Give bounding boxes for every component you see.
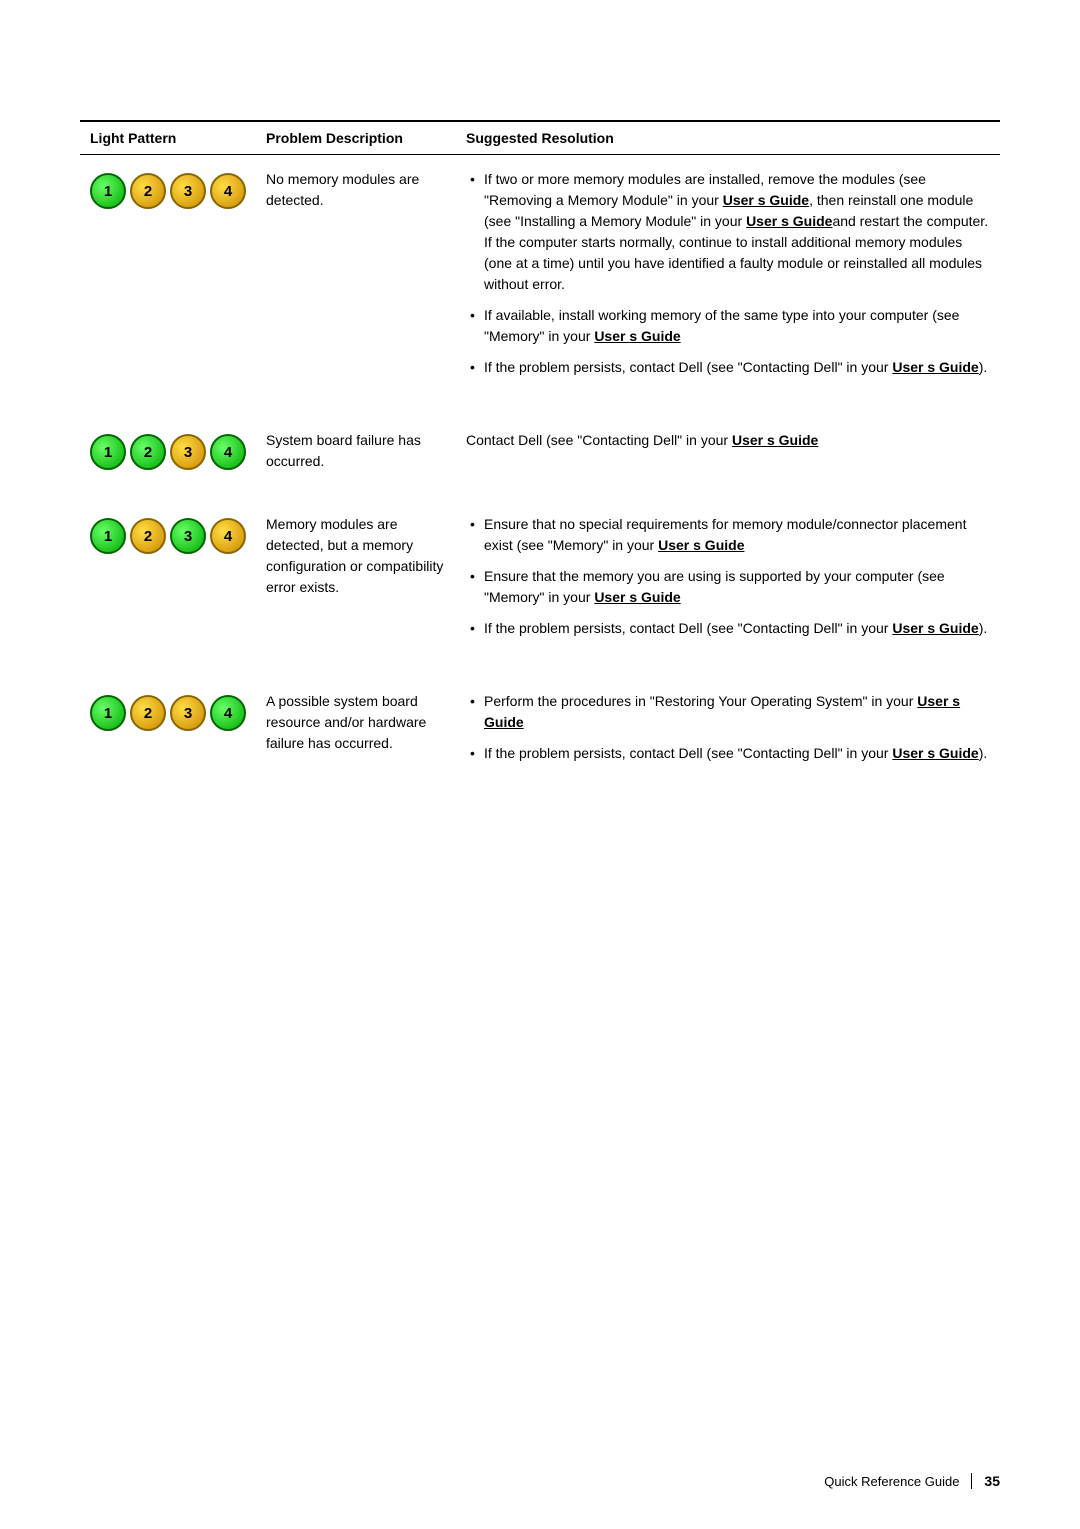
page-number: 35 <box>984 1473 1000 1489</box>
footer-divider-icon <box>971 1473 972 1489</box>
light-pattern-cell: 1234 <box>80 500 256 669</box>
problem-cell: Memory modules are detected, but a memor… <box>256 500 456 669</box>
resolution-list-item: If two or more memory modules are instal… <box>466 169 990 295</box>
header-problem-description: Problem Description <box>256 121 456 155</box>
resolution-list: Ensure that no special requirements for … <box>466 514 990 639</box>
table-header-row: Light Pattern Problem Description Sugges… <box>80 121 1000 155</box>
light-circle-1: 1 <box>90 173 126 209</box>
row-separator <box>80 669 1000 677</box>
table-row: 1234A possible system board resource and… <box>80 677 1000 788</box>
resolution-list-item: If the problem persists, contact Dell (s… <box>466 357 990 378</box>
table-row: 1234System board failure has occurred.Co… <box>80 416 1000 492</box>
header-light-pattern: Light Pattern <box>80 121 256 155</box>
light-circle-2: 2 <box>130 434 166 470</box>
row-separator <box>80 492 1000 500</box>
resolution-list-item: If the problem persists, contact Dell (s… <box>466 743 990 764</box>
resolution-list: Perform the procedures in "Restoring You… <box>466 691 990 764</box>
light-circle-2: 2 <box>130 518 166 554</box>
light-pattern-container: 1234 <box>90 430 246 470</box>
resolution-list-item: Ensure that the memory you are using is … <box>466 566 990 608</box>
light-circle-2: 2 <box>130 173 166 209</box>
light-circle-4: 4 <box>210 518 246 554</box>
light-circle-3: 3 <box>170 173 206 209</box>
problem-cell: No memory modules are detected. <box>256 155 456 409</box>
light-circle-3: 3 <box>170 695 206 731</box>
light-circle-2: 2 <box>130 695 166 731</box>
resolution-list-item: Ensure that no special requirements for … <box>466 514 990 556</box>
light-circle-4: 4 <box>210 434 246 470</box>
resolution-list-item: Perform the procedures in "Restoring You… <box>466 691 990 733</box>
light-pattern-container: 1234 <box>90 169 246 209</box>
resolution-cell: Ensure that no special requirements for … <box>456 500 1000 669</box>
problem-cell: System board failure has occurred. <box>256 416 456 492</box>
light-circle-1: 1 <box>90 518 126 554</box>
resolution-cell: Contact Dell (see "Contacting Dell" in y… <box>456 416 1000 492</box>
resolution-plain-text: Contact Dell (see "Contacting Dell" in y… <box>466 430 990 451</box>
page: Light Pattern Problem Description Sugges… <box>0 0 1080 1529</box>
resolution-cell: If two or more memory modules are instal… <box>456 155 1000 409</box>
light-pattern-cell: 1234 <box>80 677 256 788</box>
footer-label: Quick Reference Guide <box>824 1474 959 1489</box>
resolution-list: If two or more memory modules are instal… <box>466 169 990 378</box>
light-circle-1: 1 <box>90 434 126 470</box>
row-separator <box>80 408 1000 416</box>
resolution-list-item: If the problem persists, contact Dell (s… <box>466 618 990 639</box>
light-circle-1: 1 <box>90 695 126 731</box>
light-circle-3: 3 <box>170 518 206 554</box>
resolution-cell: Perform the procedures in "Restoring You… <box>456 677 1000 788</box>
header-suggested-resolution: Suggested Resolution <box>456 121 1000 155</box>
problem-cell: A possible system board resource and/or … <box>256 677 456 788</box>
page-footer: Quick Reference Guide 35 <box>824 1473 1000 1489</box>
main-table: Light Pattern Problem Description Sugges… <box>80 120 1000 788</box>
table-row: 1234No memory modules are detected.If tw… <box>80 155 1000 409</box>
light-circle-3: 3 <box>170 434 206 470</box>
resolution-list-item: If available, install working memory of … <box>466 305 990 347</box>
light-pattern-container: 1234 <box>90 691 246 731</box>
light-pattern-cell: 1234 <box>80 416 256 492</box>
light-pattern-cell: 1234 <box>80 155 256 409</box>
light-pattern-container: 1234 <box>90 514 246 554</box>
light-circle-4: 4 <box>210 695 246 731</box>
light-circle-4: 4 <box>210 173 246 209</box>
table-row: 1234Memory modules are detected, but a m… <box>80 500 1000 669</box>
